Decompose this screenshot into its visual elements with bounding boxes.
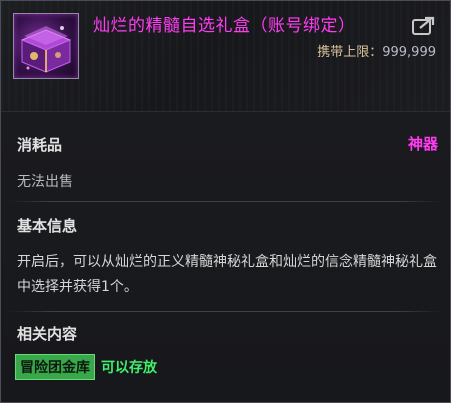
basic-info-heading: 基本信息 xyxy=(17,217,78,235)
share-icon xyxy=(412,16,435,35)
storage-note: 可以存放 xyxy=(101,360,157,376)
item-title: 灿烂的精髓自选礼盒（账号绑定） xyxy=(93,16,356,36)
purple-treasure-box-icon xyxy=(13,13,79,79)
item-rarity: 神器 xyxy=(407,135,438,153)
item-description: 开启后，可以从灿烂的正义精髓神秘礼盒和灿烂的信念精髓神秘礼盒中选择并获得1个。 xyxy=(17,254,437,295)
item-tooltip: 灿烂的精髓自选礼盒（账号绑定） 携带上限：999,999 消耗品 神器 无法出售… xyxy=(0,0,451,403)
sell-status: 无法出售 xyxy=(17,174,73,190)
carry-limit: 携带上限：999,999 xyxy=(317,41,436,60)
carry-limit-label: 携带上限： xyxy=(317,45,383,60)
share-button[interactable] xyxy=(411,15,437,37)
item-type: 消耗品 xyxy=(17,136,63,154)
divider xyxy=(9,201,442,202)
related-content-heading: 相关内容 xyxy=(17,325,78,343)
divider xyxy=(9,311,442,312)
carry-limit-value: 999,999 xyxy=(382,45,436,60)
adventure-vault-badge[interactable]: 冒险团金库 xyxy=(15,354,95,380)
